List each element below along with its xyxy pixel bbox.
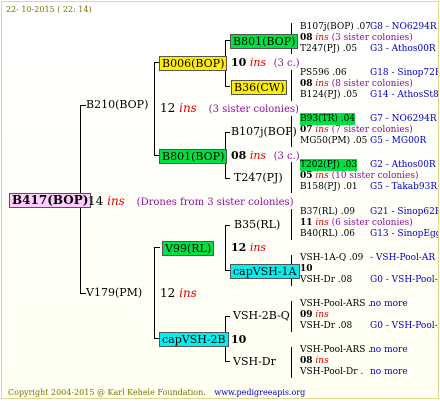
- ins-label: ins: [315, 125, 329, 135]
- date-stamp: 22- 10-2015 ( 22: 14): [6, 5, 92, 14]
- grandparent-queen: V99(RL): [162, 241, 215, 256]
- gen-number: 10: [231, 56, 247, 69]
- connector: [225, 361, 230, 362]
- grandparent-gen: 10 ins (3 c.): [231, 57, 300, 70]
- gen-number: 08: [300, 356, 313, 366]
- grandparent-gen: 10: [231, 333, 247, 346]
- connector: [225, 86, 230, 87]
- connector: [154, 62, 155, 156]
- ins-label: ins: [249, 241, 267, 254]
- parent-gen: 12 ins (3 sister colonies): [160, 102, 299, 116]
- connector: [291, 162, 292, 193]
- copyright: Copyright 2004-2015 @ Karl Kehele Founda…: [8, 388, 206, 397]
- connector: [291, 70, 292, 101]
- gen-number: 12: [231, 241, 247, 254]
- root-note: (Drones from 3 sister colonies): [136, 197, 294, 208]
- grandparent-gen: 08 ins (3 c.): [231, 150, 300, 163]
- ggp-6: capVSH-1A: [230, 264, 300, 279]
- ggp-5: B35(RL): [234, 218, 281, 231]
- root-ins: ins: [107, 194, 125, 208]
- gen-number: 11: [300, 218, 313, 228]
- ggp-4: T247(PJ): [234, 171, 283, 184]
- ins-label: ins: [315, 310, 329, 320]
- ancestor-top-ref: no more: [370, 299, 408, 309]
- ins-label: ins: [249, 56, 267, 69]
- gen-number: 08: [300, 33, 313, 43]
- ancestor-bottom-ref: G3 - Athos00R: [370, 44, 436, 54]
- ancestor-bottom: B158(PJ) .01: [300, 182, 358, 192]
- ins-label: ins: [315, 33, 329, 43]
- parent-gen: 12 ins: [160, 287, 197, 299]
- connector: [225, 178, 230, 179]
- gen-number: 08: [300, 79, 313, 89]
- parent-drone: V179(PM): [86, 286, 143, 299]
- sister-note: (7 sister colonies): [331, 125, 413, 135]
- grandparent-drone: capVSH-2B: [159, 332, 229, 347]
- root-gen-number: 14: [88, 194, 104, 208]
- gen-number: 07: [300, 125, 313, 135]
- connector: [225, 225, 230, 226]
- website-link[interactable]: www.pedigreeapis.org: [214, 388, 305, 397]
- parent-queen: B210(BOP): [86, 98, 149, 111]
- connector: [225, 225, 226, 271]
- connector: [291, 209, 292, 240]
- ggp-7: VSH-2B-Q: [233, 309, 290, 322]
- connector: [154, 247, 160, 248]
- ins-label: ins: [315, 79, 329, 89]
- connector: [225, 316, 230, 317]
- connector: [291, 301, 292, 332]
- ancestor-bottom-ref: G5 - MG00R: [370, 136, 427, 146]
- ancestor-bottom-ref: no more: [370, 367, 408, 377]
- ancestor-bottom-ref: G14 - AthosSt80R: [370, 90, 439, 100]
- ggp-3: B107j(BOP): [231, 125, 297, 138]
- sister-note: (8 sister colonies): [331, 79, 413, 89]
- ancestor-bottom: VSH-Dr .08: [300, 321, 353, 331]
- ancestor-top-ref: - VSH-Pool-AR: [370, 253, 436, 263]
- ancestor-bottom-ref: G5 - Takab93R: [370, 182, 438, 192]
- ins-label: ins: [249, 149, 267, 162]
- gen-number: 08: [231, 149, 247, 162]
- grandparent-gen: 12 ins: [231, 242, 266, 254]
- ggp-1: B801(BOP): [230, 34, 299, 49]
- ancestor-bottom: VSH-Dr .08: [300, 275, 353, 285]
- gen-number: 12: [160, 101, 176, 115]
- sister-note: (10 sister colonies): [331, 171, 419, 181]
- ins-label: ins: [179, 286, 197, 300]
- gen-number: 10: [300, 264, 313, 274]
- ancestor-bottom: VSH-Pool-Dr .: [300, 367, 364, 377]
- ancestor-bottom: B40(RL) .06: [300, 229, 356, 239]
- sister-note: (3 c.): [273, 58, 300, 69]
- ins-label: ins: [315, 171, 329, 181]
- ancestor-bottom-ref: G0 - VSH-Pool-AR: [370, 321, 438, 331]
- ancestor-bottom: MG50(PM) .05: [300, 136, 368, 146]
- sister-note: (6 sister colonies): [331, 218, 413, 228]
- ins-label: ins: [315, 356, 329, 366]
- sister-note: (3 c.): [273, 151, 300, 162]
- connector: [291, 347, 292, 378]
- grandparent-queen: B006(BOP): [159, 56, 228, 71]
- gen-number: 12: [160, 286, 176, 300]
- sister-note: (3 sister colonies): [331, 33, 413, 43]
- ancestor-top-ref: no more: [370, 345, 408, 355]
- sister-note: (3 sister colonies): [208, 104, 299, 115]
- footer: Copyright 2004-2015 @ Karl Kehele Founda…: [8, 387, 305, 398]
- ancestor-bottom-ref: G0 - VSH-Pool-AR: [370, 275, 438, 285]
- ggp-8: VSH-Dr: [233, 355, 276, 368]
- ancestor-bottom: T247(PJ) .05: [300, 44, 358, 54]
- root-gen: 14 ins (Drones from 3 sister colonies): [88, 195, 294, 209]
- ins-label: ins: [315, 218, 329, 228]
- gen-number: 09: [300, 310, 313, 320]
- gen-number: 05: [300, 171, 313, 181]
- grandparent-drone: B801(BOP): [159, 149, 228, 164]
- root-queen: B417(BOP): [9, 193, 92, 208]
- connector: [154, 247, 155, 339]
- ancestor-bottom: B124(PJ) .05: [300, 90, 358, 100]
- ins-label: ins: [179, 101, 197, 115]
- ggp-2: B36(CW): [231, 80, 288, 95]
- connector: [225, 132, 230, 133]
- pedigree-chart: 22- 10-2015 ( 22: 14) B417(BOP) 14 ins (…: [1, 1, 439, 399]
- ancestor-bottom-ref: G13 - SinopEgg86R: [370, 229, 438, 239]
